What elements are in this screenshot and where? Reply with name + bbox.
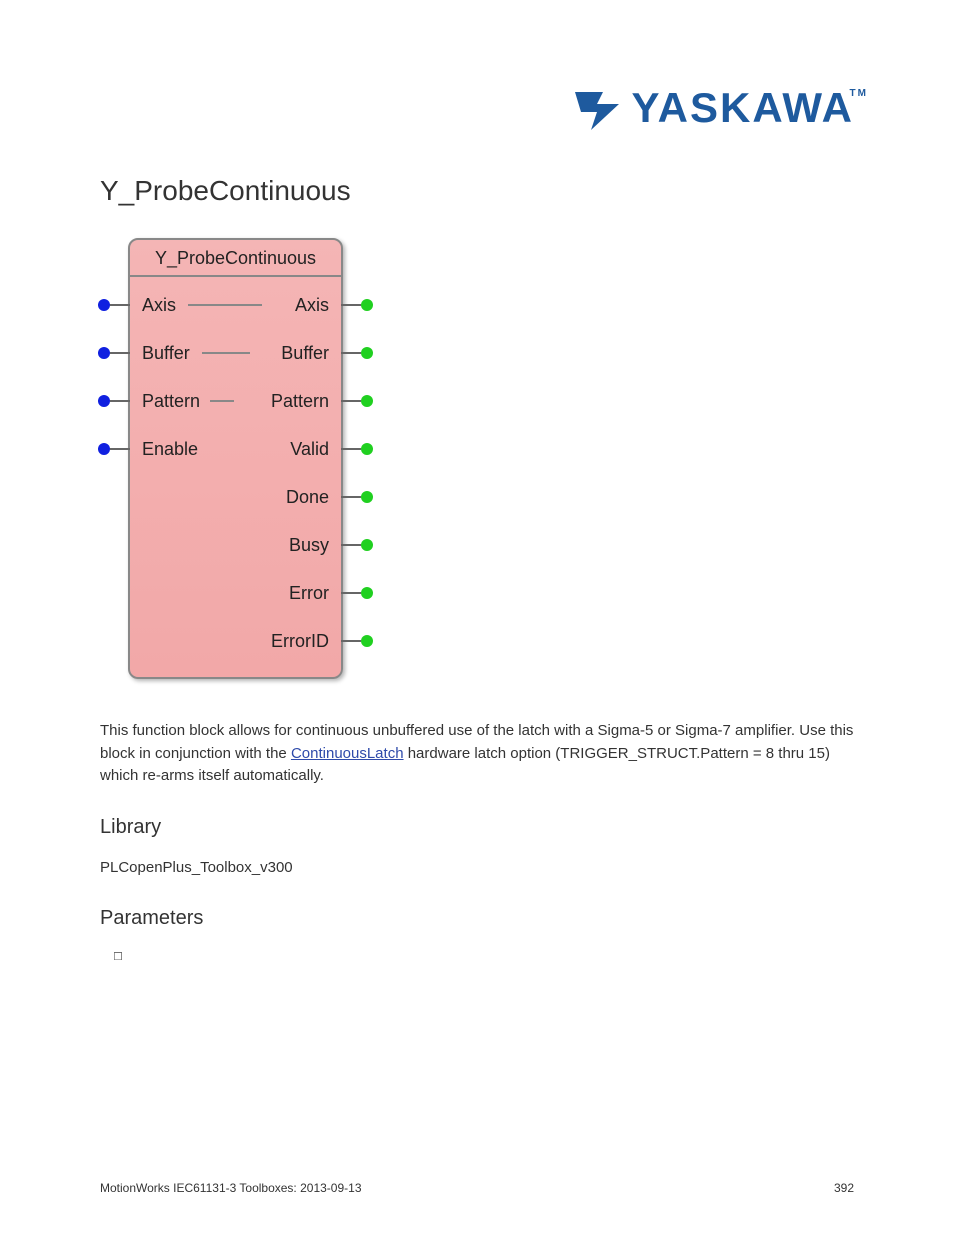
output-port-dot (361, 395, 373, 407)
output-port-dot (361, 587, 373, 599)
port-label-right: Error (142, 583, 329, 604)
block-row: ErrorID (130, 617, 341, 665)
block-row: Busy (130, 521, 341, 569)
input-port-dot (98, 443, 110, 455)
output-connector (341, 352, 361, 354)
parameters-heading: Parameters (100, 907, 854, 930)
block-row: AxisAxis (130, 281, 341, 329)
page-title: Y_ProbeContinuous (100, 175, 351, 207)
input-port-dot (98, 395, 110, 407)
block-row: Done (130, 473, 341, 521)
output-connector (341, 544, 361, 546)
logo-text: YASKAWA TM (631, 84, 854, 132)
output-port-dot (361, 491, 373, 503)
continuous-latch-link[interactable]: ContinuousLatch (291, 745, 404, 762)
block-title: Y_ProbeContinuous (130, 248, 341, 277)
output-port-dot (361, 443, 373, 455)
description-text: This function block allows for continuou… (100, 720, 854, 788)
output-connector (341, 592, 361, 594)
input-port-dot (98, 299, 110, 311)
port-label-left: Buffer (142, 343, 190, 364)
port-label-right: Valid (198, 439, 329, 460)
output-port-dot (361, 299, 373, 311)
port-label-left: Pattern (142, 391, 200, 412)
function-block-diagram: Y_ProbeContinuous AxisAxisBufferBufferPa… (128, 238, 343, 679)
passthrough-line (210, 400, 234, 402)
block-row: PatternPattern (130, 377, 341, 425)
passthrough-line (202, 352, 250, 354)
block-row: BufferBuffer (130, 329, 341, 377)
output-connector (341, 304, 361, 306)
output-connector (341, 448, 361, 450)
input-connector (110, 304, 130, 306)
output-connector (341, 400, 361, 402)
output-connector (341, 640, 361, 642)
block-row: Error (130, 569, 341, 617)
port-label-right: Busy (142, 535, 329, 556)
footer-left: MotionWorks IEC61131-3 Toolboxes: 2013-0… (100, 1181, 362, 1195)
yaskawa-icon (573, 84, 621, 132)
block-row: EnableValid (130, 425, 341, 473)
port-label-right: Done (142, 487, 329, 508)
output-connector (341, 496, 361, 498)
port-label-left: Enable (142, 439, 198, 460)
brand-logo: YASKAWA TM (573, 84, 854, 132)
port-label-left: Axis (142, 295, 176, 316)
library-name: PLCopenPlus_Toolbox_v300 (100, 857, 854, 880)
output-port-dot (361, 635, 373, 647)
output-port-dot (361, 539, 373, 551)
input-connector (110, 352, 130, 354)
output-port-dot (361, 347, 373, 359)
input-connector (110, 448, 130, 450)
input-port-dot (98, 347, 110, 359)
library-heading: Library (100, 816, 854, 839)
footer-right: 392 (834, 1181, 854, 1195)
page-footer: MotionWorks IEC61131-3 Toolboxes: 2013-0… (100, 1181, 854, 1195)
port-label-right: ErrorID (142, 631, 329, 652)
input-connector (110, 400, 130, 402)
passthrough-line (188, 304, 262, 306)
